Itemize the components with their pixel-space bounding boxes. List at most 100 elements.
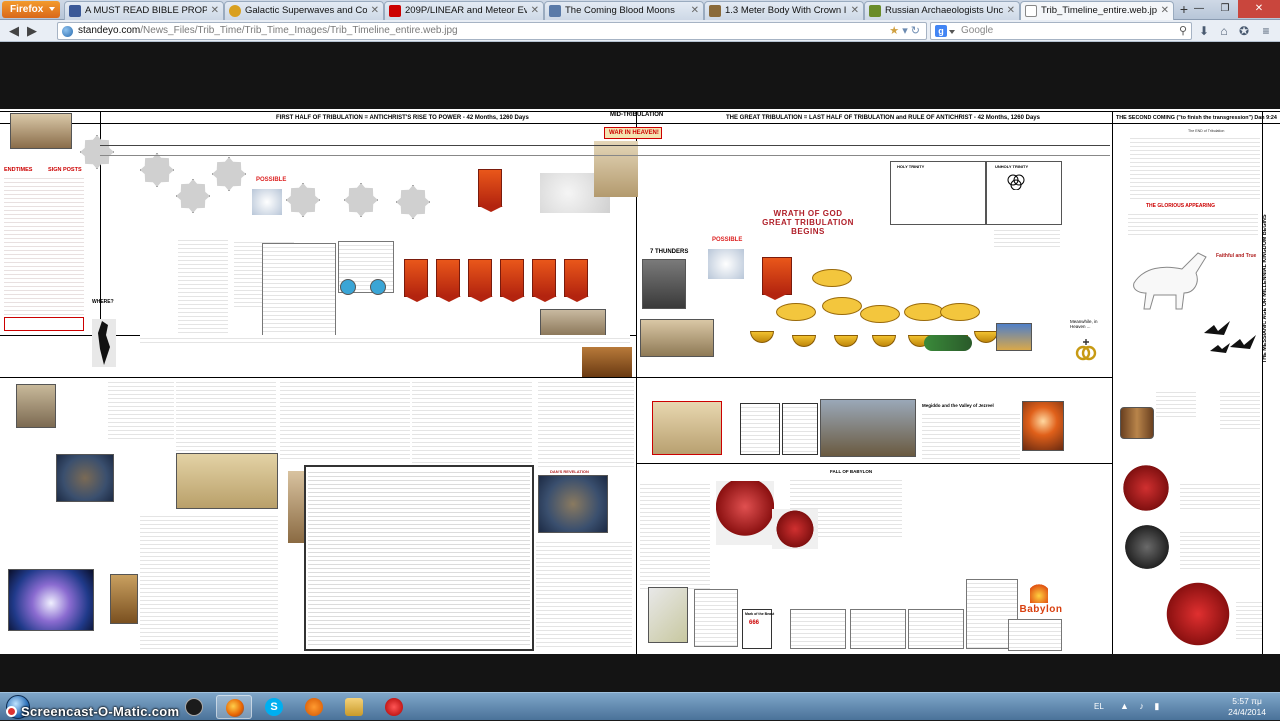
search-engine-dropdown-icon[interactable]: [949, 30, 955, 34]
skype-icon: S: [265, 698, 283, 716]
scroll-reader-image: [16, 384, 56, 428]
taskbar-app-firefox[interactable]: [216, 695, 252, 719]
mark-of-beast-box: Mark of the Beast 666: [742, 609, 775, 649]
browser-tab[interactable]: A MUST READ BIBLE PROPHECY : T... ✕: [64, 1, 224, 20]
trumpet-banner: [500, 259, 525, 302]
text-block: [178, 237, 228, 337]
tab-title: 209P/LINEAR and Meteor Events - ...: [405, 5, 527, 16]
url-path: /News_Files/Trib_Time/Trib_Time_Images/T…: [140, 25, 458, 36]
horn-image: [582, 347, 632, 377]
image-file-icon: [1025, 5, 1037, 17]
tab-title: The Coming Blood Moons: [565, 5, 675, 16]
signposts-label: SIGN POSTS: [48, 167, 82, 173]
favicon-icon: [229, 5, 241, 17]
trumpet-banner: [532, 259, 557, 302]
text-block: [1220, 389, 1260, 429]
close-tab-icon[interactable]: ✕: [211, 2, 219, 19]
tray-icons[interactable]: ▲ ♪ ▮: [1120, 701, 1210, 713]
tab-title: Galactic Superwaves and Core Expl...: [245, 5, 367, 16]
text-block: [922, 411, 1020, 459]
address-bar[interactable]: standeyo.com/News_Files/Trib_Time/Trib_T…: [57, 22, 927, 40]
menu-icon[interactable]: ≡: [1258, 23, 1274, 39]
close-tab-icon[interactable]: ✕: [691, 2, 699, 19]
downloads-icon[interactable]: ⬇: [1196, 23, 1212, 39]
browser-tab[interactable]: Russian Archaeologists Uncover Sk... ✕: [864, 1, 1020, 20]
forward-arrow-icon[interactable]: ▶: [24, 23, 40, 39]
tab-title: 1.3 Meter Body With Crown In 65 ...: [725, 5, 847, 16]
minimize-icon[interactable]: —: [1186, 0, 1212, 18]
bowl-icon: [872, 335, 896, 347]
clock[interactable]: 5:57 πμ 24/4/2014: [1228, 696, 1266, 718]
earth-icon: [370, 279, 386, 295]
watermark-text: Screencast-O-Matic.com: [21, 704, 180, 719]
harlot-on-beast-image: [716, 481, 774, 545]
browser-tab[interactable]: 1.3 Meter Body With Crown In 65 ... ✕: [704, 1, 864, 20]
taskbar-app-media[interactable]: [296, 695, 332, 719]
trumpet-banner: [436, 259, 461, 302]
browser-tab-active[interactable]: Trib_Timeline_entire.web.jpg (JPEG... ✕: [1020, 1, 1174, 21]
firefox-menu-button[interactable]: Firefox: [2, 1, 60, 18]
second-coming-divider: [1112, 111, 1113, 654]
close-tab-icon[interactable]: ✕: [851, 2, 859, 19]
dragon-bound-image: [1120, 523, 1174, 571]
bowl-judgment-oval: [776, 303, 816, 321]
end-of-tribulation-label: The END of Tribulation: [1188, 129, 1225, 133]
bowl-judgment-oval: [904, 303, 944, 321]
wrath-of-god-title: WRATH OF GOD GREAT TRIBULATION BEGINS: [762, 209, 854, 236]
close-tab-icon[interactable]: ✕: [531, 2, 539, 19]
bowl-icon: [834, 335, 858, 347]
megiddo-label: Megiddo and the Valley of Jezreel: [922, 403, 994, 408]
bowl-judgment-oval: [860, 305, 900, 323]
browser-tab[interactable]: The Coming Blood Moons ✕: [544, 1, 704, 20]
language-indicator[interactable]: EL: [1094, 702, 1104, 711]
earth-icon: [340, 279, 356, 295]
browser-tab[interactable]: 209P/LINEAR and Meteor Events - ... ✕: [384, 1, 544, 20]
divider: [0, 377, 1112, 378]
text-block: [1236, 599, 1262, 639]
fatal-wound-table: [304, 465, 534, 651]
maximize-icon[interactable]: ❐: [1212, 0, 1238, 18]
winepress-image: [1120, 407, 1154, 439]
reload-icon[interactable]: ↻: [911, 25, 920, 37]
record-icon: [6, 706, 17, 717]
clock-date: 24/4/2014: [1228, 707, 1266, 717]
endtimes-label: ENDTIMES: [4, 167, 33, 173]
dropdown-icon[interactable]: ▾: [902, 25, 908, 37]
taskbar-app-screencast[interactable]: [376, 695, 412, 719]
hp-icon: [185, 698, 203, 716]
taskbar-app-hp[interactable]: [176, 695, 212, 719]
bookmark-star-icon[interactable]: ★: [889, 25, 899, 37]
favicon-icon: [69, 5, 81, 17]
mark-of-beast-label: Mark of the Beast: [745, 612, 775, 616]
close-tab-icon[interactable]: ✕: [1161, 2, 1169, 19]
close-tab-icon[interactable]: ✕: [1007, 2, 1015, 19]
addon-icon[interactable]: ✪: [1236, 23, 1252, 39]
text-block: [640, 481, 710, 591]
bowl-icon: [974, 331, 998, 343]
babylon-title: Babylon: [1019, 604, 1063, 615]
frogs-image: [924, 335, 972, 351]
tribulation-timeline-image[interactable]: FIRST HALF OF TRIBULATION = ANTICHRIST'S…: [0, 109, 1280, 654]
text-block: [536, 539, 632, 649]
trumpet-banner: [404, 259, 429, 302]
text-block: [412, 379, 532, 463]
possible-label: POSSIBLE: [712, 237, 743, 243]
text-block: [1180, 529, 1260, 569]
home-icon[interactable]: ⌂: [1216, 23, 1232, 39]
taskbar-app-skype[interactable]: S: [256, 695, 292, 719]
search-box[interactable]: g Google ⚲: [930, 22, 1192, 40]
text-block: [790, 609, 846, 649]
search-icon[interactable]: ⚲: [1179, 23, 1187, 39]
favicon-icon: [869, 5, 881, 17]
taskbar-app-explorer[interactable]: [336, 695, 372, 719]
close-window-icon[interactable]: ✕: [1238, 0, 1280, 18]
back-arrow-icon[interactable]: ◀: [6, 23, 22, 39]
text-block: [140, 335, 630, 345]
browser-tab[interactable]: Galactic Superwaves and Core Expl... ✕: [224, 1, 384, 20]
bowl-icon: [750, 331, 774, 343]
temple-ruins-image: [640, 319, 714, 357]
close-tab-icon[interactable]: ✕: [371, 2, 379, 19]
favicon-icon: [709, 5, 721, 17]
text-block: [280, 379, 410, 459]
scroll-image: [540, 309, 606, 337]
